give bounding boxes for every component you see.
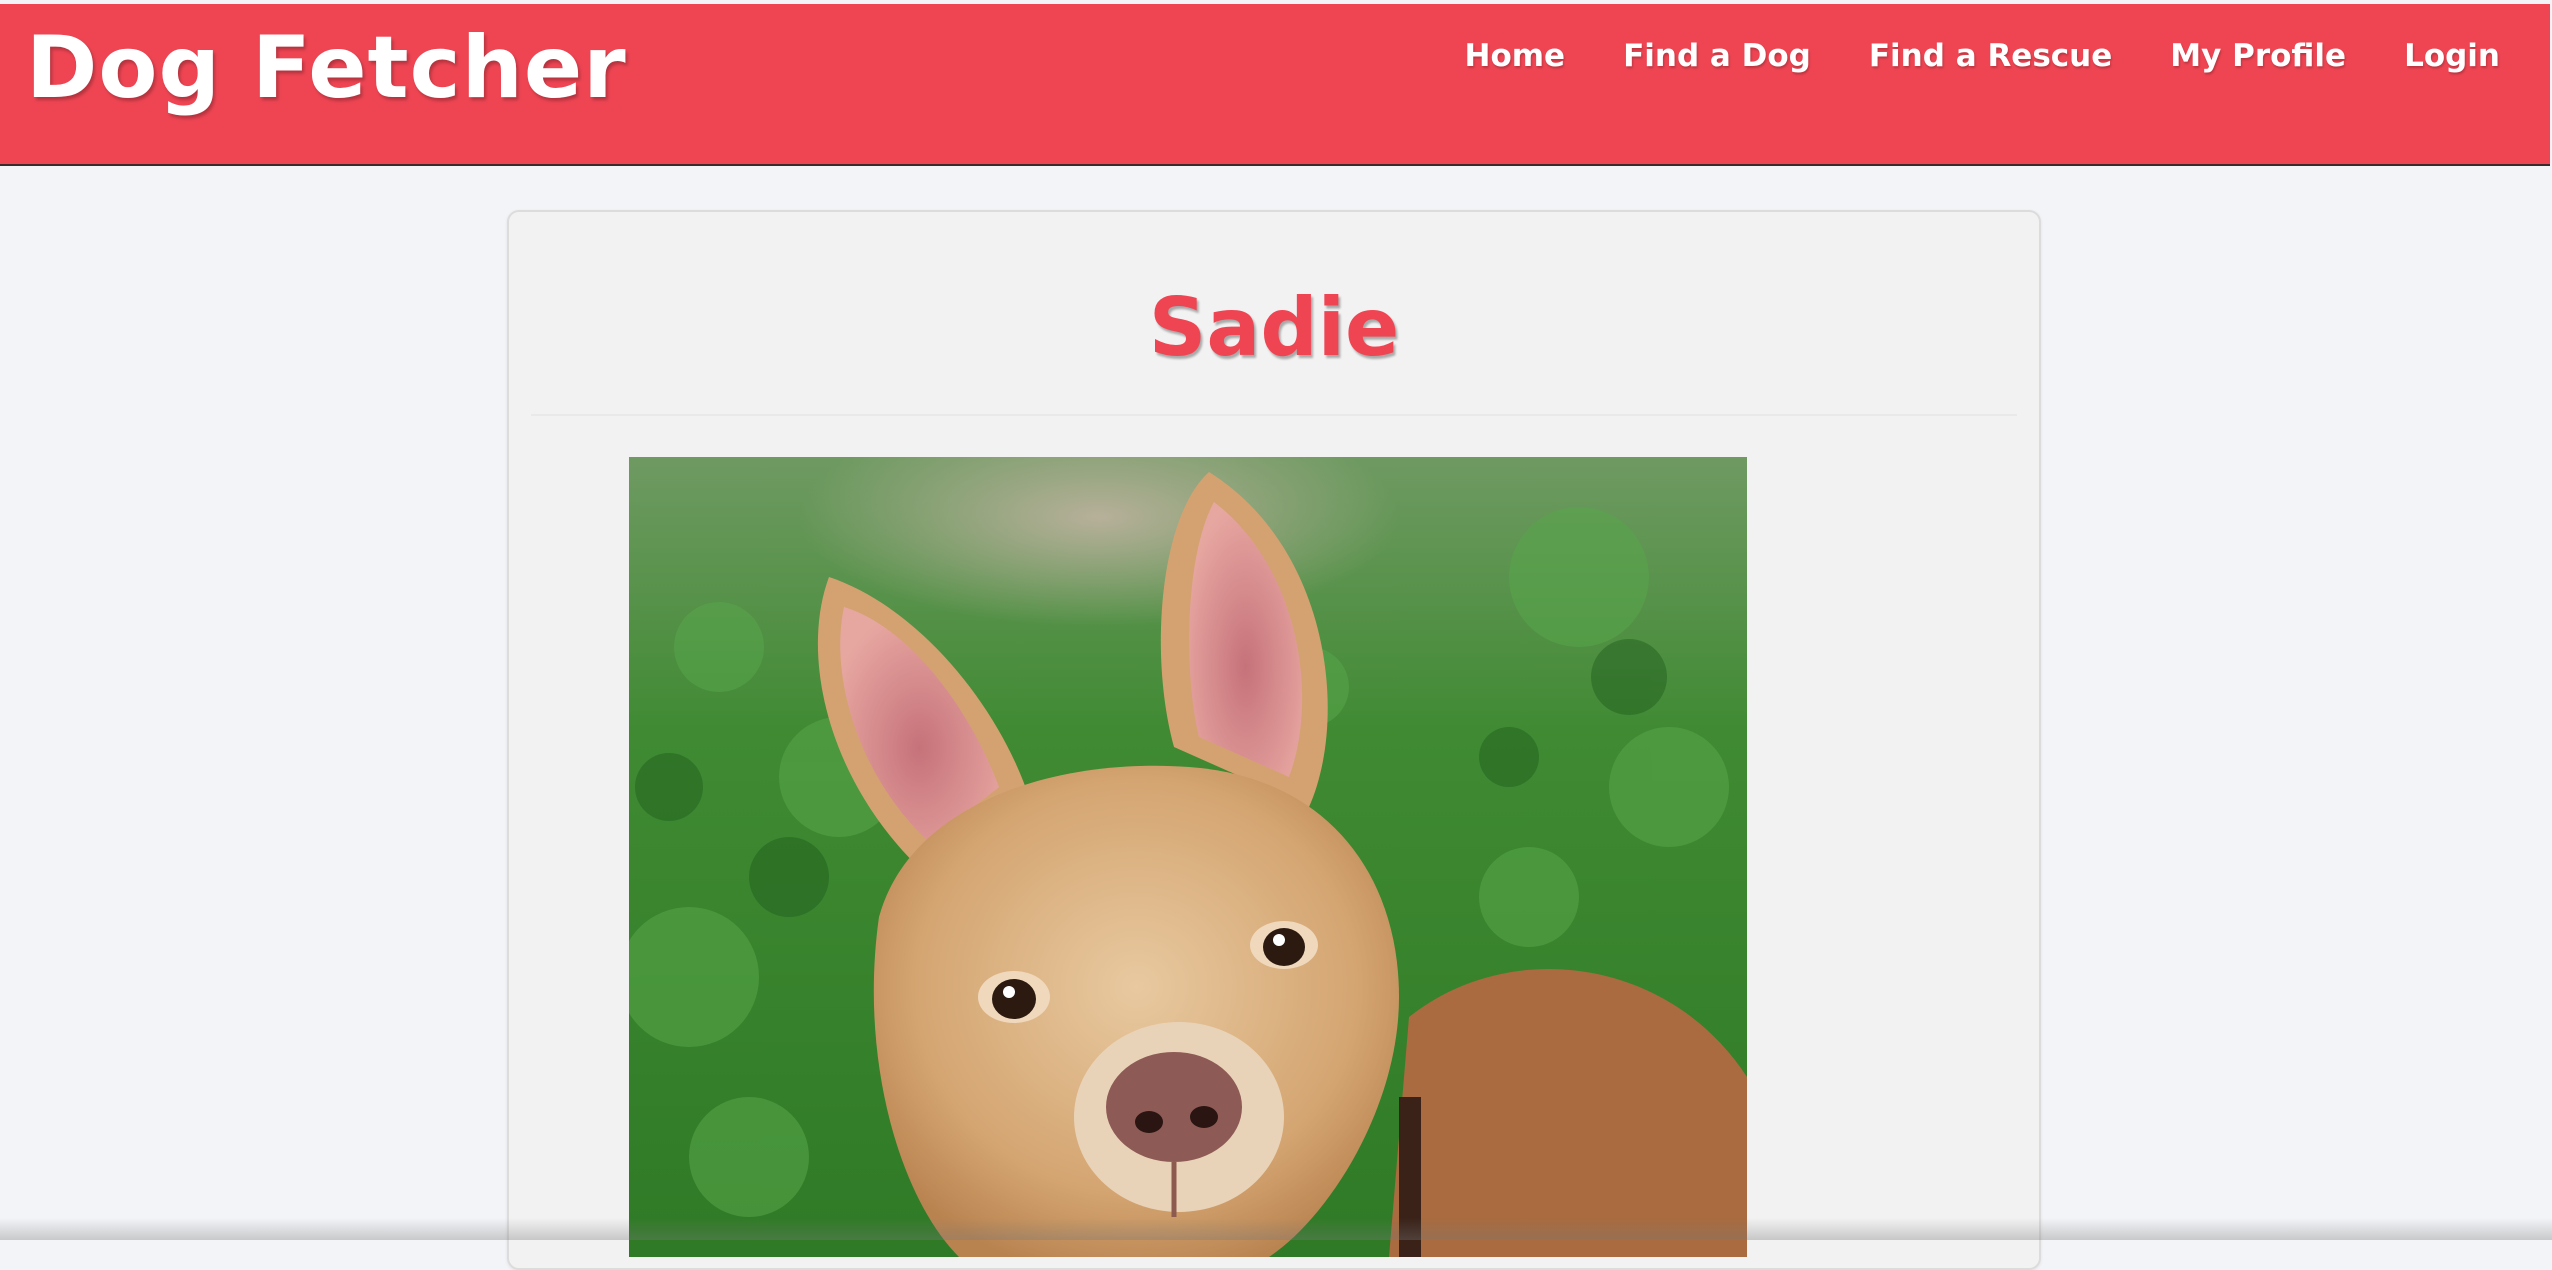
nav-item-find-a-dog: Find a Dog (1623, 32, 1811, 80)
nav-item-my-profile: My Profile (2170, 32, 2346, 80)
nav-link-my-profile[interactable]: My Profile (2170, 38, 2346, 74)
navbar: Dog Fetcher Home Find a Dog Find a Rescu… (0, 4, 2550, 166)
nav-item-home: Home (1465, 32, 1566, 80)
nav-menu: Home Find a Dog Find a Rescue My Profile… (1465, 32, 2501, 80)
brand-logo-link[interactable]: Dog Fetcher (26, 12, 627, 124)
nav-link-find-a-rescue[interactable]: Find a Rescue (1869, 38, 2112, 74)
dog-photo-illustration (629, 457, 1747, 1257)
dog-profile-card: Sadie (507, 210, 2041, 1270)
dog-name-title: Sadie (1148, 281, 1400, 374)
nav-link-home[interactable]: Home (1465, 38, 1566, 74)
dog-photo (629, 457, 1747, 1257)
card-divider (531, 414, 2017, 416)
nav-item-login: Login (2404, 32, 2500, 80)
nav-item-find-a-rescue: Find a Rescue (1869, 32, 2112, 80)
nav-link-find-a-dog[interactable]: Find a Dog (1623, 38, 1811, 74)
nav-link-login[interactable]: Login (2404, 38, 2500, 74)
